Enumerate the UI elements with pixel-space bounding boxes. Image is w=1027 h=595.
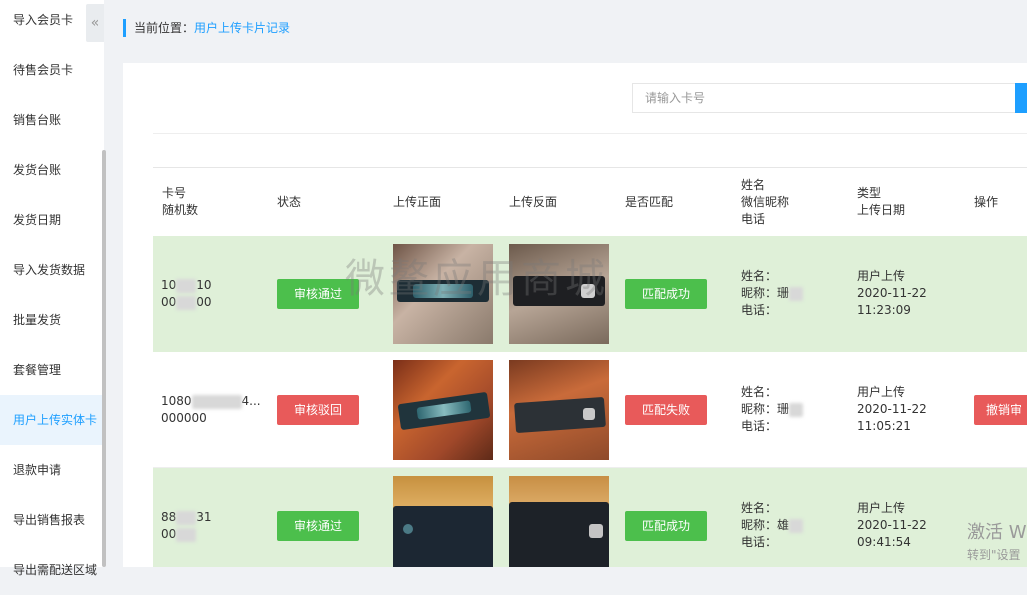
sidebar-item-export-sales-report[interactable]: 导出销售报表 <box>0 495 104 545</box>
header-card-random: 卡号 随机数 <box>162 168 198 236</box>
main-panel: 卡号随机数 状态 上传正面 上传反面 是否匹配 姓名微信昵称电话 类型上传日期 … <box>123 63 1027 567</box>
qr-code-icon <box>589 524 603 538</box>
header-front-upload: 上传正面 <box>393 194 442 209</box>
status-rejected-button[interactable]: 审核驳回 <box>277 395 359 425</box>
card-number: 88 31 <box>161 510 212 525</box>
header-wechat-nickname: 微信昵称 <box>741 194 790 209</box>
random-number: 000000 <box>161 411 207 425</box>
revoke-review-button[interactable]: 撤销审 <box>974 395 1027 425</box>
type-date: 用户上传 2020-11-22 09:41:54 <box>857 501 927 549</box>
match-success-button[interactable]: 匹配成功 <box>625 279 707 309</box>
windows-activation-hint: 转到"设置 <box>967 548 1021 562</box>
sidebar-item-batch-shipping[interactable]: 批量发货 <box>0 295 104 345</box>
user-info: 姓名： 昵称：珊 电话： <box>741 384 804 435</box>
search-input[interactable] <box>632 83 1017 113</box>
windows-activation-notice: 激活 W <box>967 522 1027 543</box>
user-info: 姓名： 昵称：珊 电话： <box>741 268 804 319</box>
sidebar-item-pending-sale-cards[interactable]: 待售会员卡 <box>0 45 104 95</box>
back-image-thumbnail[interactable] <box>509 476 609 567</box>
match-failed-button[interactable]: 匹配失败 <box>625 395 707 425</box>
header-match: 是否匹配 <box>625 194 674 209</box>
match-success-button[interactable]: 匹配成功 <box>625 511 707 541</box>
sidebar-item-user-uploaded-cards[interactable]: 用户上传实体卡 <box>0 395 104 445</box>
header-action: 操作 <box>974 194 999 209</box>
header-back-upload: 上传反面 <box>509 194 558 209</box>
header-type-date: 类型 上传日期 <box>857 168 905 236</box>
type-date: 用户上传 2020-11-22 11:23:09 <box>857 269 927 317</box>
header-phone: 电话 <box>741 211 766 226</box>
header-name: 姓名 <box>741 177 766 192</box>
status-approved-button[interactable]: 审核通过 <box>277 511 359 541</box>
sidebar-scrollbar[interactable] <box>102 150 106 567</box>
header-type: 类型 <box>857 186 882 200</box>
card-photo <box>393 506 493 567</box>
type-date: 用户上传 2020-11-22 11:05:21 <box>857 385 927 433</box>
table-row: 1080 4... 000000 审核驳回 匹配失败 姓名： 昵称：珊 电话： 用… <box>153 352 1027 468</box>
header-user-info: 姓名 微信昵称 电话 <box>741 168 789 236</box>
random-number: 00 <box>161 526 197 543</box>
watermark: 微鳌应用商城 <box>345 256 609 302</box>
sidebar: 导入会员卡 待售会员卡 销售台账 发货台账 发货日期 导入发货数据 批量发货 套… <box>0 0 106 577</box>
breadcrumb-current-link[interactable]: 用户上传卡片记录 <box>194 21 290 35</box>
breadcrumb: 当前位置：用户上传卡片记录 <box>123 19 290 37</box>
breadcrumb-label: 当前位置： <box>134 21 195 35</box>
sidebar-item-refund-requests[interactable]: 退款申请 <box>0 445 104 495</box>
table-row: 88 31 00 审核通过 匹配成功 姓名： 昵称：雄 电话： 用户上传 2020… <box>153 468 1027 567</box>
random-number: 00 00 <box>161 295 212 310</box>
qr-code-icon <box>583 408 595 420</box>
sidebar-item-package-management[interactable]: 套餐管理 <box>0 345 104 395</box>
header-random-number: 随机数 <box>162 203 199 217</box>
front-image-thumbnail[interactable] <box>393 476 493 567</box>
user-info: 姓名： 昵称：雄 电话： <box>741 500 804 551</box>
sidebar-item-shipping-date[interactable]: 发货日期 <box>0 195 104 245</box>
header-card-number: 卡号 <box>162 186 187 200</box>
sidebar-item-shipping-ledger[interactable]: 发货台账 <box>0 145 104 195</box>
card-number: 1080 4... <box>161 394 261 409</box>
header-upload-date: 上传日期 <box>857 203 906 217</box>
sidebar-item-export-delivery-areas[interactable]: 导出需配送区域 <box>0 545 104 595</box>
logo-icon <box>403 524 413 534</box>
card-number: 10 10 <box>161 278 212 293</box>
sidebar-item-sales-ledger[interactable]: 销售台账 <box>0 95 104 145</box>
search-button[interactable] <box>1015 83 1027 113</box>
sidebar-item-import-shipping-data[interactable]: 导入发货数据 <box>0 245 104 295</box>
front-image-thumbnail[interactable] <box>393 360 493 460</box>
sidebar-collapse-icon[interactable]: « <box>86 4 104 42</box>
header-status: 状态 <box>277 194 302 209</box>
divider <box>153 133 1027 134</box>
back-image-thumbnail[interactable] <box>509 360 609 460</box>
